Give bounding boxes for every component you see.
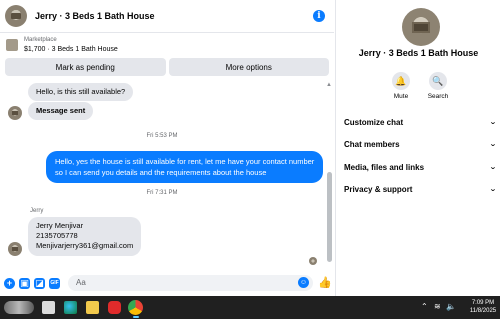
scroll-up-icon[interactable]: ▲: [326, 82, 332, 88]
timestamp: Fri 5:53 PM: [146, 133, 178, 139]
message-outgoing: Hello, yes the house is still available …: [46, 151, 324, 183]
widgets-icon[interactable]: [4, 301, 34, 314]
edge-icon[interactable]: [64, 301, 77, 314]
search-label: Search: [427, 93, 449, 100]
section-label: Privacy & support: [344, 184, 413, 194]
message-bubble[interactable]: Jerry Menjivar 2135705778 Menjivarjerry3…: [28, 217, 142, 256]
conversation-name: Jerry · 3 Beds 1 Bath House: [358, 48, 479, 58]
chevron-down-icon: ⌄: [489, 141, 497, 148]
scrollbar[interactable]: ▲: [326, 82, 332, 267]
listing-title: $1,700 · 3 Beds 1 Bath House: [24, 46, 118, 53]
section-label: Customize chat: [344, 117, 404, 127]
sender-name: Jerry: [30, 208, 44, 214]
task-view-icon[interactable]: [42, 301, 55, 314]
message-line: so I can send you details and the requir…: [55, 168, 267, 177]
message-line: 2135705778: [36, 231, 78, 240]
chat-title[interactable]: Jerry · 3 Beds 1 Bath House: [35, 11, 155, 21]
chevron-up-icon[interactable]: ⌃: [421, 302, 428, 311]
chat-header: Jerry · 3 Beds 1 Bath House i: [0, 0, 334, 33]
chevron-down-icon: ⌄: [489, 186, 497, 193]
conversation-info-panel: Jerry · 3 Beds 1 Bath House 🔔 Mute 🔍 Sea…: [335, 0, 500, 296]
youtube-icon[interactable]: [108, 301, 121, 314]
file-explorer-icon[interactable]: [86, 301, 99, 314]
search-icon: 🔍: [429, 72, 447, 90]
message-bubble[interactable]: Hello, is this still available?: [28, 83, 134, 101]
section-chat-members[interactable]: Chat members ⌄: [344, 137, 497, 151]
section-label: Chat members: [344, 139, 400, 149]
active-indicator: [133, 316, 139, 318]
avatar[interactable]: [8, 106, 22, 120]
wifi-icon[interactable]: ≋: [434, 302, 441, 311]
sticker-icon[interactable]: ◪: [34, 277, 45, 289]
message-bubble[interactable]: Message sent: [28, 102, 94, 120]
gif-icon[interactable]: GIF: [49, 277, 60, 289]
marketplace-banner[interactable]: Marketplace $1,700 · 3 Beds 1 Bath House: [0, 34, 334, 58]
clock-time: 7:09 PM: [471, 300, 495, 306]
message-list: Hello, is this still available? Message …: [0, 80, 324, 270]
message-bubble[interactable]: Hello, yes the house is still available …: [46, 151, 324, 183]
message-line: Menjivarjerry361@gmail.com: [36, 241, 134, 250]
listing-thumbnail: [6, 39, 18, 51]
thumbs-up-icon[interactable]: 👍: [318, 276, 332, 289]
message-line: Jerry Menjivar: [36, 221, 84, 230]
taskbar: ⌃ ≋ 🔈 7:09 PM 11/8/2025: [0, 296, 500, 319]
clock-date: 11/8/2025: [469, 308, 497, 314]
mark-pending-button[interactable]: Mark as pending: [5, 58, 166, 76]
emoji-icon[interactable]: ☺: [298, 277, 309, 288]
chat-pane: Jerry · 3 Beds 1 Bath House i Marketplac…: [0, 0, 334, 296]
search-button[interactable]: 🔍 Search: [423, 72, 453, 100]
mute-button[interactable]: 🔔 Mute: [386, 72, 416, 100]
message-line: Hello, yes the house is still available …: [55, 157, 315, 166]
system-clock[interactable]: 7:09 PM 11/8/2025: [468, 299, 498, 315]
message-incoming: Message sent: [8, 102, 94, 120]
message-incoming: Hello, is this still available?: [28, 83, 134, 101]
plus-icon[interactable]: +: [4, 277, 15, 289]
section-media-files[interactable]: Media, files and links ⌄: [344, 160, 497, 174]
photo-icon[interactable]: ▣: [19, 277, 30, 289]
section-privacy-support[interactable]: Privacy & support ⌄: [344, 182, 497, 196]
section-customize-chat[interactable]: Customize chat ⌄: [344, 115, 497, 129]
scroll-thumb[interactable]: [327, 172, 332, 262]
chevron-down-icon: ⌄: [489, 119, 497, 126]
avatar[interactable]: [402, 8, 440, 46]
more-options-button[interactable]: More options: [168, 58, 329, 76]
composer: + ▣ ◪ GIF Aa ☺ 👍: [0, 270, 334, 296]
marketplace-label: Marketplace: [24, 37, 57, 43]
seen-avatar: [309, 257, 317, 265]
info-icon[interactable]: i: [313, 10, 325, 22]
timestamp: Fri 7:31 PM: [146, 190, 178, 196]
chevron-down-icon: ⌄: [489, 164, 497, 171]
chrome-icon[interactable]: [128, 300, 143, 315]
bell-icon: 🔔: [392, 72, 410, 90]
section-label: Media, files and links: [344, 162, 425, 172]
marketplace-actions: Mark as pending More options: [5, 58, 329, 76]
volume-icon[interactable]: 🔈: [446, 302, 456, 311]
avatar[interactable]: [8, 242, 22, 256]
mute-label: Mute: [393, 93, 409, 100]
message-incoming: Jerry Menjivar 2135705778 Menjivarjerry3…: [8, 217, 142, 256]
avatar[interactable]: [5, 5, 27, 27]
message-input[interactable]: Aa: [68, 275, 313, 291]
